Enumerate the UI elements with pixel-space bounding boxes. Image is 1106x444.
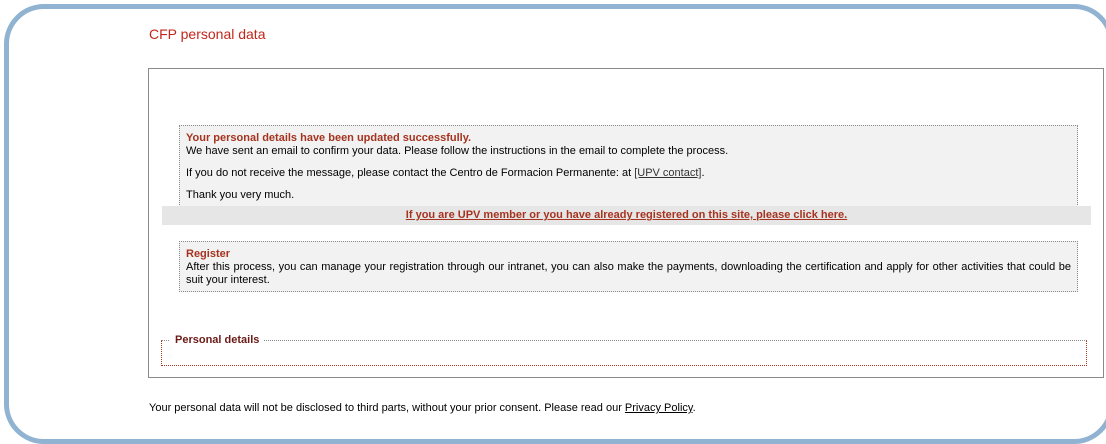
personal-details-legend: Personal details [170,333,265,347]
success-message-box: Your personal details have been updated … [179,125,1078,219]
main-panel: Your personal details have been updated … [148,68,1104,378]
register-message-title: Register [186,248,231,260]
privacy-footer: Your personal data will not be disclosed… [149,402,696,414]
privacy-footer-text: Your personal data will not be disclosed… [149,402,625,414]
login-band: If you are UPV member or you have alread… [162,206,1091,225]
success-message-title: Your personal details have been updated … [186,132,472,144]
privacy-footer-suffix: . [692,402,696,414]
register-message-body: After this process, you can manage your … [186,261,1071,286]
register-message-box: Register After this process, you can man… [179,241,1078,292]
success-message-line1: We have sent an email to confirm your da… [186,145,729,157]
success-message-line2: If you do not receive the message, pleas… [186,167,1071,180]
privacy-policy-link[interactable]: Privacy Policy [625,402,693,414]
upv-contact-link[interactable]: [UPV contact] [634,167,701,179]
success-message-line2-suffix: . [701,167,705,179]
success-message-line2-prefix: If you do not receive the message, pleas… [186,167,635,179]
personal-details-fieldset: Personal details [161,333,1087,366]
upv-member-login-link[interactable]: If you are UPV member or you have alread… [406,209,847,221]
success-message-line3: Thank you very much. [186,189,295,201]
page-title: CFP personal data [149,26,266,42]
